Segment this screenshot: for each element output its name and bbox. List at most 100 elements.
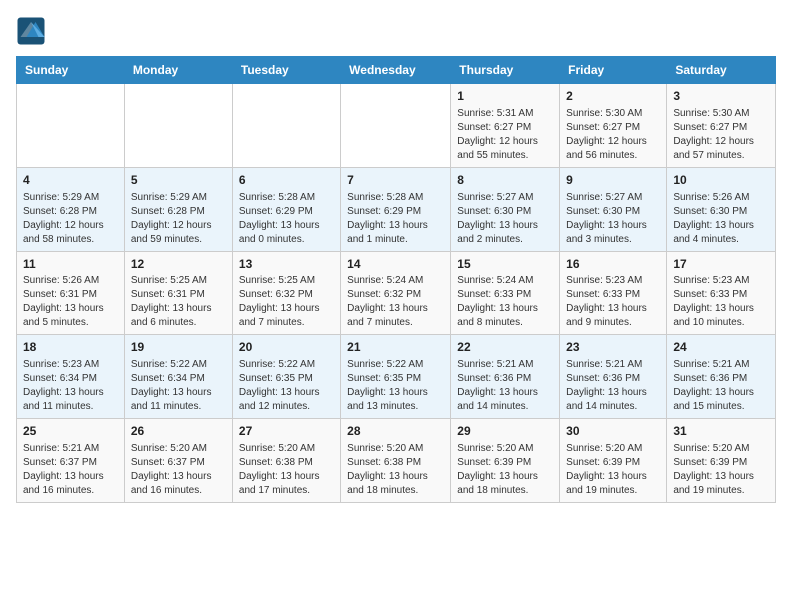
- day-info: Sunrise: 5:24 AM Sunset: 6:33 PM Dayligh…: [457, 274, 553, 330]
- weekday-header: Friday: [560, 57, 667, 84]
- calendar-cell: 13Sunrise: 5:25 AM Sunset: 6:32 PM Dayli…: [232, 251, 340, 335]
- calendar-body: 1 Sunrise: 5:31 AM Sunset: 6:27 PM Daylig…: [17, 84, 776, 503]
- day-number: 30: [566, 423, 660, 440]
- day-number: 15: [457, 256, 553, 273]
- day-info: Sunrise: 5:29 AM Sunset: 6:28 PM Dayligh…: [23, 191, 118, 247]
- calendar-cell: 24Sunrise: 5:21 AM Sunset: 6:36 PM Dayli…: [667, 335, 776, 419]
- day-number: 10: [673, 172, 769, 189]
- day-number: 23: [566, 339, 660, 356]
- day-info: Sunrise: 5:23 AM Sunset: 6:33 PM Dayligh…: [566, 274, 660, 330]
- calendar-week-row: 4 Sunrise: 5:29 AM Sunset: 6:28 PM Daylig…: [17, 167, 776, 251]
- calendar-cell: 25Sunrise: 5:21 AM Sunset: 6:37 PM Dayli…: [17, 419, 125, 503]
- day-number: 19: [131, 339, 226, 356]
- calendar-week-row: 1 Sunrise: 5:31 AM Sunset: 6:27 PM Daylig…: [17, 84, 776, 168]
- calendar-cell: 11Sunrise: 5:26 AM Sunset: 6:31 PM Dayli…: [17, 251, 125, 335]
- page-header: [16, 16, 776, 46]
- calendar-cell: 2 Sunrise: 5:30 AM Sunset: 6:27 PM Daylig…: [560, 84, 667, 168]
- weekday-header: Sunday: [17, 57, 125, 84]
- calendar-cell: 21 Sunrise: 5:22 AM Sunset: 6:35 PM Dayli…: [341, 335, 451, 419]
- day-number: 29: [457, 423, 553, 440]
- day-info: Sunrise: 5:20 AM Sunset: 6:39 PM Dayligh…: [673, 442, 769, 498]
- calendar-table: SundayMondayTuesdayWednesdayThursdayFrid…: [16, 56, 776, 503]
- calendar-cell: 6 Sunrise: 5:28 AM Sunset: 6:29 PM Daylig…: [232, 167, 340, 251]
- logo: [16, 16, 50, 46]
- calendar-cell: 28 Sunrise: 5:20 AM Sunset: 6:38 PM Dayli…: [341, 419, 451, 503]
- calendar-cell: [232, 84, 340, 168]
- calendar-cell: 17Sunrise: 5:23 AM Sunset: 6:33 PM Dayli…: [667, 251, 776, 335]
- day-info: Sunrise: 5:20 AM Sunset: 6:39 PM Dayligh…: [457, 442, 553, 498]
- calendar-cell: [341, 84, 451, 168]
- calendar-cell: 22 Sunrise: 5:21 AM Sunset: 6:36 PM Dayli…: [451, 335, 560, 419]
- day-number: 20: [239, 339, 334, 356]
- calendar-cell: 29 Sunrise: 5:20 AM Sunset: 6:39 PM Dayli…: [451, 419, 560, 503]
- calendar-cell: [124, 84, 232, 168]
- day-info: Sunrise: 5:24 AM Sunset: 6:32 PM Dayligh…: [347, 274, 444, 330]
- day-info: Sunrise: 5:22 AM Sunset: 6:34 PM Dayligh…: [131, 358, 226, 414]
- day-number: 12: [131, 256, 226, 273]
- calendar-cell: 27 Sunrise: 5:20 AM Sunset: 6:38 PM Dayli…: [232, 419, 340, 503]
- day-info: Sunrise: 5:28 AM Sunset: 6:29 PM Dayligh…: [239, 191, 334, 247]
- day-info: Sunrise: 5:29 AM Sunset: 6:28 PM Dayligh…: [131, 191, 226, 247]
- calendar-cell: 20 Sunrise: 5:22 AM Sunset: 6:35 PM Dayli…: [232, 335, 340, 419]
- day-info: Sunrise: 5:22 AM Sunset: 6:35 PM Dayligh…: [347, 358, 444, 414]
- calendar-cell: 26 Sunrise: 5:20 AM Sunset: 6:37 PM Dayli…: [124, 419, 232, 503]
- day-info: Sunrise: 5:23 AM Sunset: 6:34 PM Dayligh…: [23, 358, 118, 414]
- day-number: 17: [673, 256, 769, 273]
- day-number: 21: [347, 339, 444, 356]
- calendar-cell: 19 Sunrise: 5:22 AM Sunset: 6:34 PM Dayli…: [124, 335, 232, 419]
- calendar-cell: 12Sunrise: 5:25 AM Sunset: 6:31 PM Dayli…: [124, 251, 232, 335]
- calendar-cell: 7Sunrise: 5:28 AM Sunset: 6:29 PM Daylig…: [341, 167, 451, 251]
- day-number: 8: [457, 172, 553, 189]
- day-info: Sunrise: 5:27 AM Sunset: 6:30 PM Dayligh…: [566, 191, 660, 247]
- day-info: Sunrise: 5:20 AM Sunset: 6:38 PM Dayligh…: [239, 442, 334, 498]
- day-number: 26: [131, 423, 226, 440]
- calendar-cell: 18Sunrise: 5:23 AM Sunset: 6:34 PM Dayli…: [17, 335, 125, 419]
- day-info: Sunrise: 5:23 AM Sunset: 6:33 PM Dayligh…: [673, 274, 769, 330]
- day-info: Sunrise: 5:21 AM Sunset: 6:36 PM Dayligh…: [566, 358, 660, 414]
- calendar-week-row: 25Sunrise: 5:21 AM Sunset: 6:37 PM Dayli…: [17, 419, 776, 503]
- day-info: Sunrise: 5:21 AM Sunset: 6:36 PM Dayligh…: [457, 358, 553, 414]
- day-number: 16: [566, 256, 660, 273]
- day-info: Sunrise: 5:27 AM Sunset: 6:30 PM Dayligh…: [457, 191, 553, 247]
- day-number: 31: [673, 423, 769, 440]
- day-info: Sunrise: 5:20 AM Sunset: 6:37 PM Dayligh…: [131, 442, 226, 498]
- calendar-cell: 4 Sunrise: 5:29 AM Sunset: 6:28 PM Daylig…: [17, 167, 125, 251]
- day-info: Sunrise: 5:26 AM Sunset: 6:31 PM Dayligh…: [23, 274, 118, 330]
- calendar-week-row: 18Sunrise: 5:23 AM Sunset: 6:34 PM Dayli…: [17, 335, 776, 419]
- day-number: 1: [457, 88, 553, 105]
- day-number: 24: [673, 339, 769, 356]
- day-info: Sunrise: 5:30 AM Sunset: 6:27 PM Dayligh…: [673, 107, 769, 163]
- day-number: 28: [347, 423, 444, 440]
- day-info: Sunrise: 5:22 AM Sunset: 6:35 PM Dayligh…: [239, 358, 334, 414]
- weekday-header: Saturday: [667, 57, 776, 84]
- day-number: 5: [131, 172, 226, 189]
- day-number: 9: [566, 172, 660, 189]
- weekday-header: Wednesday: [341, 57, 451, 84]
- day-number: 22: [457, 339, 553, 356]
- day-info: Sunrise: 5:20 AM Sunset: 6:39 PM Dayligh…: [566, 442, 660, 498]
- day-number: 25: [23, 423, 118, 440]
- weekday-header: Thursday: [451, 57, 560, 84]
- calendar-header-row: SundayMondayTuesdayWednesdayThursdayFrid…: [17, 57, 776, 84]
- calendar-cell: 9 Sunrise: 5:27 AM Sunset: 6:30 PM Daylig…: [560, 167, 667, 251]
- calendar-week-row: 11Sunrise: 5:26 AM Sunset: 6:31 PM Dayli…: [17, 251, 776, 335]
- calendar-cell: 3Sunrise: 5:30 AM Sunset: 6:27 PM Daylig…: [667, 84, 776, 168]
- calendar-cell: 5 Sunrise: 5:29 AM Sunset: 6:28 PM Daylig…: [124, 167, 232, 251]
- day-number: 4: [23, 172, 118, 189]
- day-info: Sunrise: 5:20 AM Sunset: 6:38 PM Dayligh…: [347, 442, 444, 498]
- day-info: Sunrise: 5:25 AM Sunset: 6:32 PM Dayligh…: [239, 274, 334, 330]
- day-number: 13: [239, 256, 334, 273]
- calendar-cell: 14Sunrise: 5:24 AM Sunset: 6:32 PM Dayli…: [341, 251, 451, 335]
- calendar-cell: 16Sunrise: 5:23 AM Sunset: 6:33 PM Dayli…: [560, 251, 667, 335]
- calendar-cell: [17, 84, 125, 168]
- day-number: 7: [347, 172, 444, 189]
- day-number: 27: [239, 423, 334, 440]
- logo-icon: [16, 16, 46, 46]
- day-info: Sunrise: 5:31 AM Sunset: 6:27 PM Dayligh…: [457, 107, 553, 163]
- calendar-cell: 31 Sunrise: 5:20 AM Sunset: 6:39 PM Dayli…: [667, 419, 776, 503]
- day-number: 11: [23, 256, 118, 273]
- day-info: Sunrise: 5:30 AM Sunset: 6:27 PM Dayligh…: [566, 107, 660, 163]
- day-number: 2: [566, 88, 660, 105]
- calendar-cell: 8 Sunrise: 5:27 AM Sunset: 6:30 PM Daylig…: [451, 167, 560, 251]
- day-number: 6: [239, 172, 334, 189]
